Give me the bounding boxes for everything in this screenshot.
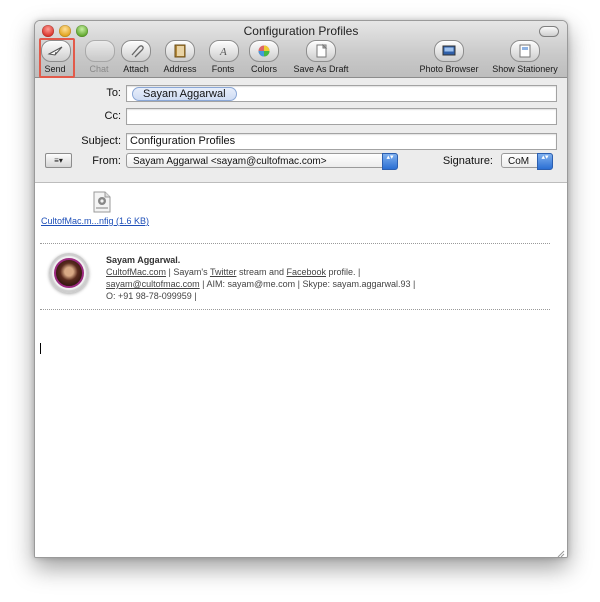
email-link[interactable]: sayam@cultofmac.com bbox=[106, 279, 200, 289]
signature-text: | AIM: sayam@me.com | Skype: sayam.aggar… bbox=[199, 279, 416, 289]
colors-label: Colors bbox=[250, 64, 277, 74]
address-label: Address bbox=[163, 64, 197, 74]
toolbar-toggle-button[interactable] bbox=[539, 26, 559, 37]
message-header-fields: To: Sayam Aggarwal Cc: Subject: Configur… bbox=[35, 78, 567, 183]
to-label: To: bbox=[106, 87, 121, 99]
signature-bottom-divider bbox=[40, 309, 550, 310]
subject-field[interactable]: Configuration Profiles bbox=[126, 133, 557, 150]
resize-grip-icon[interactable] bbox=[555, 545, 565, 557]
signature-text: profile. | bbox=[326, 267, 361, 277]
cultofmac-link[interactable]: CultofMac.com bbox=[106, 267, 166, 277]
address-button[interactable]: Address bbox=[162, 40, 198, 76]
mail-compose-window: Configuration Profiles Send Chat Attach bbox=[34, 20, 568, 558]
signature-phone: O: +91 98-78-099959 | bbox=[106, 291, 197, 301]
attach-label: Attach bbox=[123, 64, 149, 74]
twitter-link[interactable]: Twitter bbox=[210, 267, 237, 277]
avatar-photo bbox=[54, 258, 84, 288]
from-value: Sayam Aggarwal <sayam@cultofmac.com> bbox=[133, 156, 327, 167]
subject-label: Subject: bbox=[81, 135, 121, 147]
attach-button[interactable]: Attach bbox=[121, 40, 151, 76]
attachment-link[interactable]: CultofMac.m...nfig (1.6 KB) bbox=[41, 216, 149, 226]
chat-icon bbox=[85, 40, 115, 62]
draft-icon bbox=[306, 40, 336, 62]
text-cursor bbox=[40, 343, 41, 354]
signature-text: | Sayam's bbox=[166, 267, 210, 277]
signature-value: CoM bbox=[508, 156, 530, 167]
signature-line-contact: sayam@cultofmac.com | AIM: sayam@me.com … bbox=[106, 279, 415, 289]
color-wheel-icon bbox=[249, 40, 279, 62]
photo-browser-button[interactable]: Photo Browser bbox=[416, 40, 482, 76]
window-title: Configuration Profiles bbox=[243, 24, 359, 38]
signature-popup[interactable]: CoM ▴▾ bbox=[501, 153, 553, 170]
header-options-menu-button[interactable]: ≡▾ bbox=[45, 153, 72, 168]
cc-label: Cc: bbox=[104, 110, 122, 122]
photo-browser-icon bbox=[434, 40, 464, 62]
save-as-draft-button[interactable]: Save As Draft bbox=[289, 40, 353, 76]
send-label: Send bbox=[44, 64, 66, 74]
fonts-label: Fonts bbox=[211, 64, 235, 74]
signature-name: Sayam Aggarwal. bbox=[106, 255, 181, 265]
signature-top-divider bbox=[40, 243, 550, 244]
photo-browser-label: Photo Browser bbox=[419, 64, 479, 74]
svg-text:A: A bbox=[219, 46, 227, 58]
save-as-draft-label: Save As Draft bbox=[293, 64, 349, 74]
avatar bbox=[49, 253, 89, 293]
signature-text: stream and bbox=[236, 267, 287, 277]
signature-line-links: CultofMac.com | Sayam's Twitter stream a… bbox=[106, 267, 360, 277]
to-field[interactable]: Sayam Aggarwal bbox=[126, 85, 557, 102]
from-popup-stepper-icon: ▴▾ bbox=[382, 153, 398, 170]
recipient-token[interactable]: Sayam Aggarwal bbox=[132, 87, 237, 101]
send-icon bbox=[41, 40, 71, 62]
stationery-icon bbox=[510, 40, 540, 62]
show-stationery-button[interactable]: Show Stationery bbox=[487, 40, 563, 76]
screen: Configuration Profiles Send Chat Attach bbox=[0, 0, 600, 602]
message-body[interactable]: CultofMac.m...nfig (1.6 KB) Sayam Aggarw… bbox=[35, 183, 567, 557]
from-label: From: bbox=[92, 155, 121, 167]
facebook-link[interactable]: Facebook bbox=[286, 267, 326, 277]
from-popup[interactable]: Sayam Aggarwal <sayam@cultofmac.com> ▴▾ bbox=[126, 153, 398, 170]
paperclip-icon bbox=[121, 40, 151, 62]
signature-popup-stepper-icon: ▴▾ bbox=[537, 153, 553, 170]
show-stationery-label: Show Stationery bbox=[492, 64, 558, 74]
fonts-icon: A bbox=[209, 40, 239, 62]
address-book-icon bbox=[165, 40, 195, 62]
fonts-button[interactable]: A Fonts bbox=[209, 40, 239, 76]
config-file-icon[interactable] bbox=[93, 191, 111, 213]
colors-button[interactable]: Colors bbox=[249, 40, 279, 76]
send-button[interactable]: Send bbox=[41, 40, 71, 76]
signature-label: Signature: bbox=[442, 155, 493, 167]
chat-button[interactable]: Chat bbox=[85, 40, 115, 76]
cc-field[interactable] bbox=[126, 108, 557, 125]
chat-label: Chat bbox=[89, 64, 109, 74]
toolbar-area: Configuration Profiles Send Chat Attach bbox=[35, 21, 567, 78]
